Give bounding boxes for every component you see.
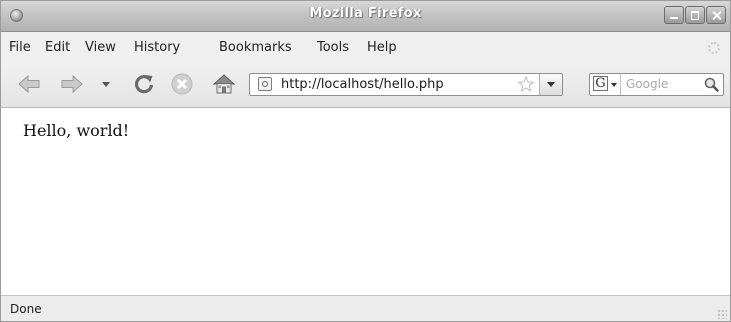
activity-throbber-icon (708, 42, 720, 54)
menu-edit[interactable]: Edit (45, 40, 70, 55)
address-bar[interactable]: http://localhost/hello.php (249, 73, 563, 96)
url-history-dropdown-button[interactable] (539, 74, 562, 95)
magnifier-icon[interactable] (703, 76, 720, 93)
reload-icon (134, 75, 154, 94)
window-controls (664, 6, 726, 24)
status-bar: Done (1, 295, 730, 321)
browser-window: Mozilla Firefox File Edit View History B… (0, 0, 731, 322)
status-text: Done (10, 302, 42, 316)
window-title: Mozilla Firefox (309, 6, 422, 21)
forward-arrow-icon (61, 74, 83, 94)
page-body-text: Hello, world! (23, 121, 130, 140)
search-input[interactable]: Google (626, 77, 668, 91)
bookmark-star-icon[interactable] (517, 75, 535, 93)
forward-button[interactable] (59, 71, 85, 97)
search-engine-selector[interactable]: G (590, 74, 621, 95)
url-text[interactable]: http://localhost/hello.php (281, 77, 444, 92)
home-button[interactable] (211, 71, 237, 97)
menu-tools[interactable]: Tools (317, 40, 349, 55)
stop-icon (171, 73, 193, 95)
reload-button[interactable] (131, 71, 157, 97)
menu-bar: File Edit View History Bookmarks Tools H… (1, 32, 730, 64)
site-identity-icon[interactable] (258, 77, 272, 91)
maximize-button[interactable] (685, 6, 705, 24)
minimize-button[interactable] (664, 6, 684, 24)
home-icon (212, 74, 236, 94)
menu-view[interactable]: View (85, 40, 116, 55)
chevron-down-icon (611, 83, 617, 87)
navigation-toolbar: http://localhost/hello.php G Google (1, 64, 730, 108)
chevron-down-icon (102, 82, 110, 87)
title-bar[interactable]: Mozilla Firefox (1, 1, 730, 32)
menu-file[interactable]: File (9, 40, 31, 55)
resize-grip-icon[interactable] (717, 309, 727, 319)
menu-help[interactable]: Help (367, 40, 397, 55)
page-content: Hello, world! (1, 108, 730, 295)
history-dropdown-button[interactable] (98, 71, 114, 97)
back-button[interactable] (16, 71, 42, 97)
google-engine-icon: G (593, 76, 608, 91)
back-arrow-icon (18, 74, 40, 94)
close-button[interactable] (706, 6, 726, 24)
search-bar[interactable]: G Google (589, 73, 724, 96)
menu-history[interactable]: History (134, 40, 180, 55)
menu-bookmarks[interactable]: Bookmarks (219, 40, 292, 55)
stop-button[interactable] (169, 71, 195, 97)
